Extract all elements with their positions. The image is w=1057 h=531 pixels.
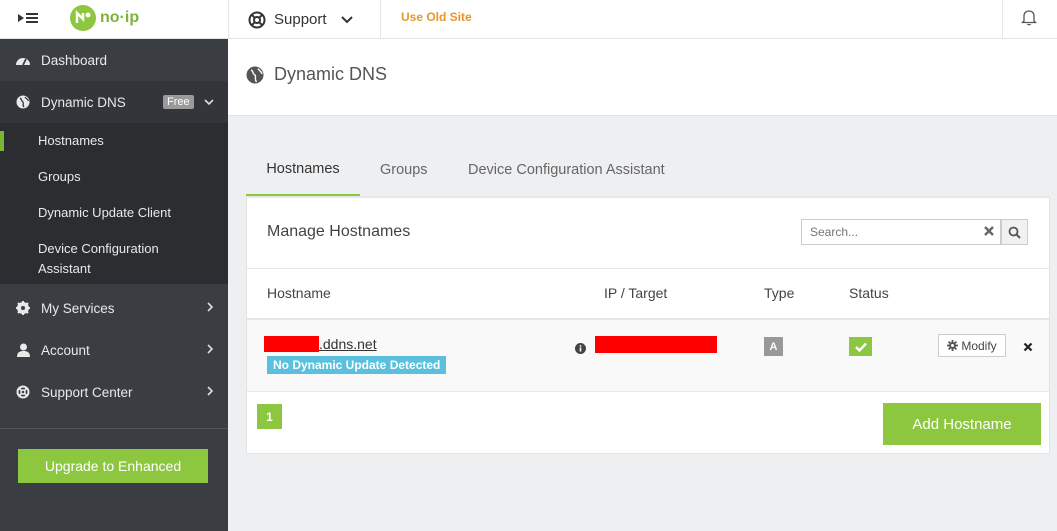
sidebar-item-support-center[interactable]: Support Center <box>0 371 228 413</box>
sidebar-item-label: Support Center <box>41 384 133 400</box>
tab-hostnames[interactable]: Hostnames <box>246 144 360 196</box>
no-dynamic-update-badge: No Dynamic Update Detected <box>267 356 447 374</box>
gear-icon <box>15 301 31 315</box>
status-badge <box>849 337 872 356</box>
search-icon <box>1008 226 1021 239</box>
sidebar-item-label: Device Configuration <box>38 241 159 256</box>
search-box <box>801 219 1001 245</box>
logo-text: no·ip <box>100 9 140 26</box>
sidebar-item-dynamic-update-client[interactable]: Dynamic Update Client <box>0 203 228 223</box>
sidebar-item-account[interactable]: Account <box>0 329 228 371</box>
chevron-right-icon <box>207 301 214 315</box>
table-row: .ddns.net No Dynamic Update Detected A M… <box>247 320 1049 392</box>
sidebar-item-label: Account <box>41 342 90 358</box>
use-old-site-link[interactable]: Use Old Site <box>401 0 472 33</box>
panel-title: Manage Hostnames <box>267 223 411 240</box>
topbar-divider <box>228 0 229 39</box>
search-button[interactable] <box>1001 219 1028 245</box>
globe-icon <box>246 66 264 83</box>
menu-toggle-icon[interactable] <box>14 8 40 28</box>
sidebar-item-label: Dashboard <box>41 52 108 68</box>
upgrade-to-enhanced-button[interactable]: Upgrade to Enhanced <box>18 449 208 483</box>
lifebuoy-icon <box>15 385 31 399</box>
delete-icon[interactable] <box>1023 339 1033 357</box>
column-header-hostname[interactable]: Hostname <box>267 285 331 301</box>
sidebar-item-label: My Services <box>41 300 115 316</box>
tab-bar: Hostnames Groups Device Configuration As… <box>246 144 1050 196</box>
sidebar-divider <box>0 428 228 429</box>
redacted-hostname-prefix <box>264 336 319 352</box>
table-header: Hostname IP / Target Type Status <box>247 268 1049 320</box>
column-header-ip-target[interactable]: IP / Target <box>604 285 667 301</box>
support-label: Support <box>274 11 327 28</box>
sidebar-item-groups[interactable]: Groups <box>0 167 228 187</box>
notifications-bell-icon[interactable] <box>1020 8 1038 31</box>
page-title-text: Dynamic DNS <box>274 64 388 84</box>
lifebuoy-icon <box>248 11 266 28</box>
search-input[interactable] <box>802 220 972 244</box>
chevron-down-icon <box>204 95 214 109</box>
user-icon <box>15 343 31 357</box>
sidebar-item-hostnames[interactable]: Hostnames <box>0 131 228 151</box>
chevron-down-icon <box>340 15 353 23</box>
sidebar-item-label: Assistant <box>38 261 91 276</box>
gear-icon <box>947 340 959 351</box>
sidebar-item-dynamic-dns[interactable]: Dynamic DNS Free <box>0 81 228 123</box>
top-bar: no·ip Support Use Old Site <box>0 0 1057 39</box>
manage-hostnames-panel: Manage Hostnames Hostname IP / Target Ty… <box>246 196 1050 454</box>
support-dropdown[interactable]: Support <box>248 0 353 39</box>
info-icon[interactable] <box>575 341 586 359</box>
hostname-cell: .ddns.net <box>264 336 377 357</box>
sidebar-item-my-services[interactable]: My Services <box>0 287 228 329</box>
column-header-type[interactable]: Type <box>764 285 794 301</box>
tab-groups[interactable]: Groups <box>380 144 428 196</box>
hostname-link[interactable]: .ddns.net <box>319 336 377 352</box>
page-title: Dynamic DNS <box>246 64 387 85</box>
sidebar-item-dashboard[interactable]: Dashboard <box>0 39 228 81</box>
type-badge: A <box>764 337 783 356</box>
noip-logo-icon <box>70 5 96 31</box>
sidebar-item-label: Dynamic DNS <box>41 94 126 110</box>
modify-button[interactable]: Modify <box>938 334 1006 357</box>
pagination-page-1[interactable]: 1 <box>257 404 282 429</box>
topbar-divider <box>380 0 381 39</box>
checkmark-icon <box>854 342 867 352</box>
sidebar: Dashboard Dynamic DNS Free Hostnames Gro… <box>0 39 228 531</box>
globe-icon <box>15 95 31 109</box>
redacted-ip-target <box>595 336 717 353</box>
sidebar-item-device-configuration-assistant[interactable]: Device Configuration Assistant <box>0 239 228 279</box>
tab-device-configuration-assistant[interactable]: Device Configuration Assistant <box>468 144 665 196</box>
chevron-right-icon <box>207 343 214 357</box>
add-hostname-button[interactable]: Add Hostname <box>883 403 1041 445</box>
page-header: Dynamic DNS <box>228 39 1057 116</box>
clear-search-icon[interactable] <box>983 224 995 242</box>
noip-logo[interactable]: no·ip <box>68 4 139 32</box>
chevron-right-icon <box>207 385 214 399</box>
modify-label: Modify <box>961 338 997 353</box>
free-badge: Free <box>163 95 194 109</box>
dashboard-icon <box>15 53 31 67</box>
column-header-status[interactable]: Status <box>849 285 889 301</box>
topbar-divider <box>1002 0 1003 39</box>
dynamic-dns-submenu: Hostnames Groups Dynamic Update Client D… <box>0 123 228 284</box>
